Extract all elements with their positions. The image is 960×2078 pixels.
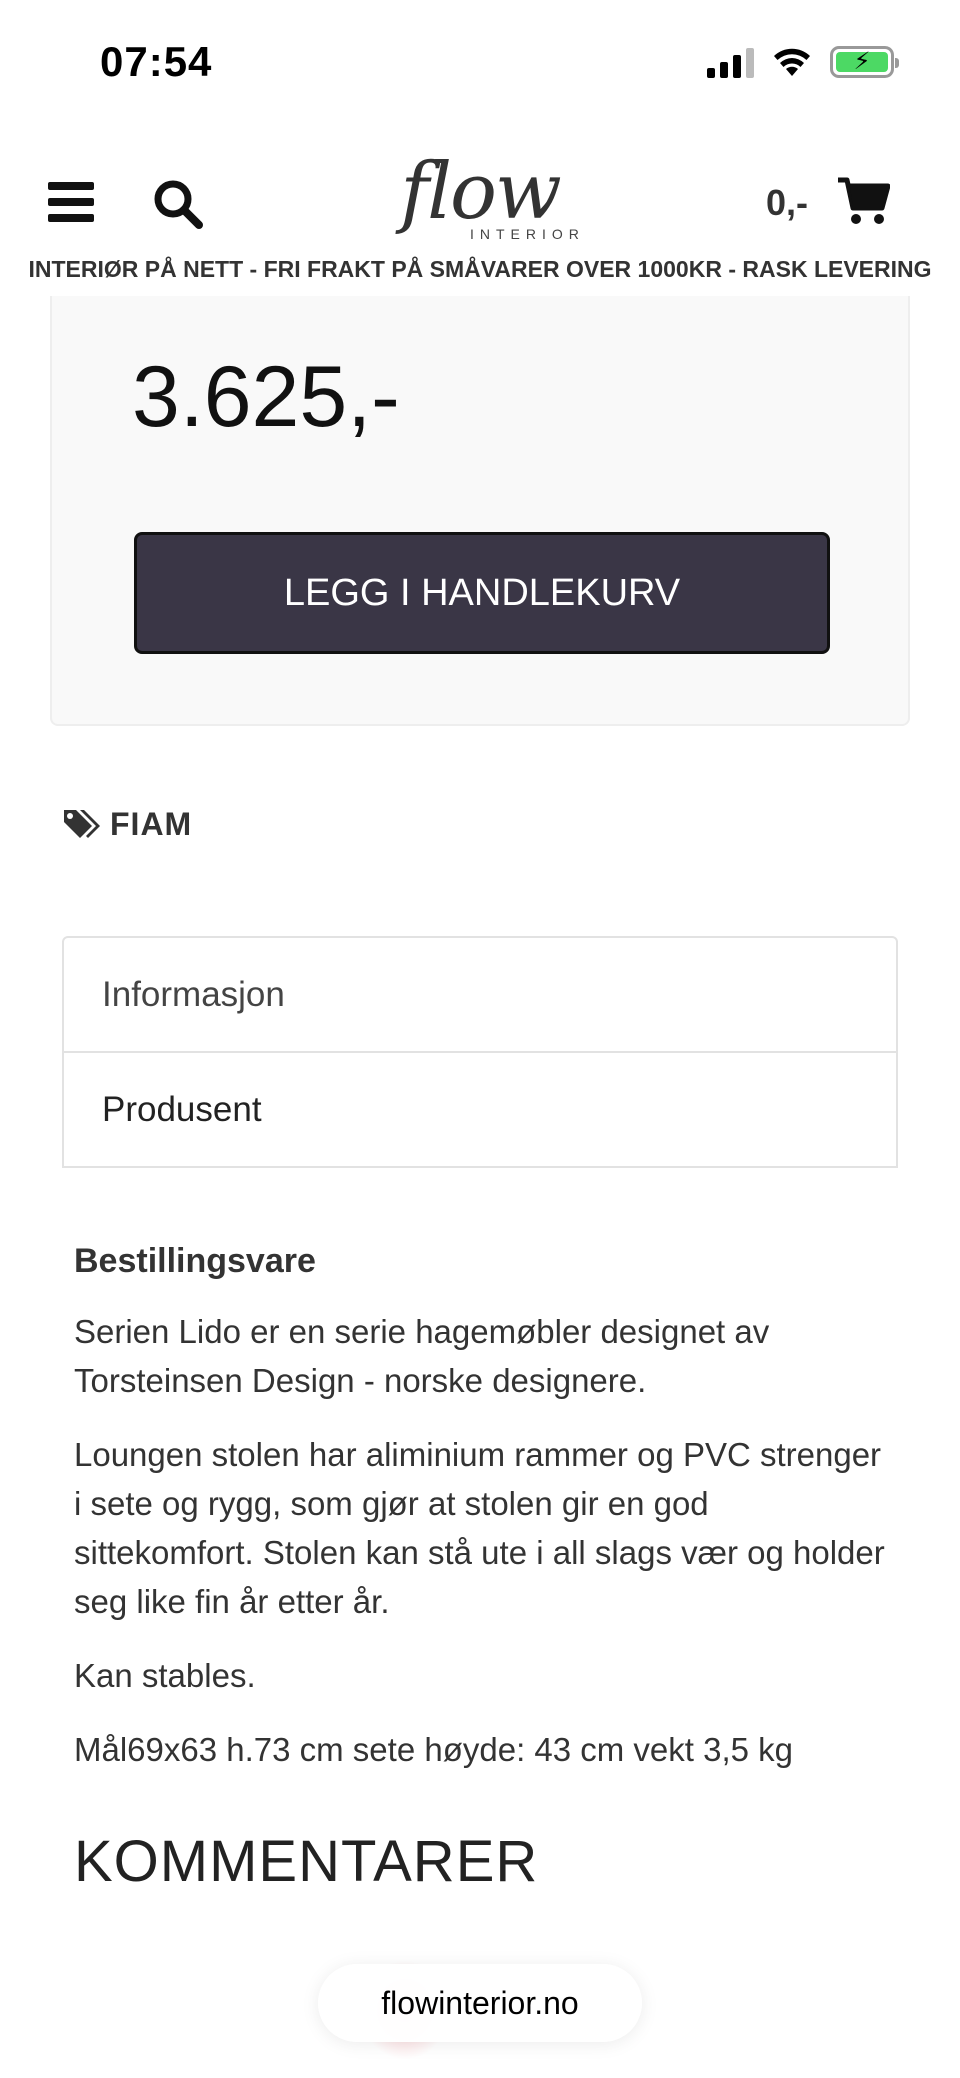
site-logo[interactable]: flow INTERIOR — [400, 147, 579, 252]
status-icons: ⚡ — [707, 46, 899, 78]
site-header: flow INTERIOR 0,- — [0, 130, 960, 270]
hamburger-menu-icon[interactable] — [48, 182, 94, 222]
add-to-cart-button[interactable]: LEGG I HANDLEKURV — [134, 532, 830, 654]
product-tabs: Informasjon Produsent — [62, 936, 898, 1168]
search-icon[interactable] — [152, 178, 204, 230]
cart-total[interactable]: 0,- — [766, 182, 808, 224]
battery-charging-icon: ⚡ — [830, 46, 899, 78]
tab-informasjon[interactable]: Informasjon — [62, 936, 898, 1052]
url-domain: flowinterior.no — [381, 1984, 579, 2021]
product-price: 3.625,- — [132, 349, 400, 445]
tab-produsent[interactable]: Produsent — [62, 1052, 898, 1168]
tags-icon — [64, 809, 100, 838]
status-bar: 07:54 ⚡ — [0, 0, 960, 120]
description-paragraph: Loungen stolen har aliminium rammer og P… — [74, 1436, 885, 1620]
url-bar[interactable]: flowinterior.no — [318, 1964, 642, 2042]
description-heading: Bestillingsvare — [74, 1242, 316, 1280]
description-paragraph: Serien Lido er en serie hagemøbler desig… — [74, 1313, 770, 1399]
comments-heading: KOMMENTARER — [74, 1829, 539, 1894]
brand-label: FIAM — [110, 806, 193, 842]
price-box: 3.625,- LEGG I HANDLEKURV — [50, 296, 910, 726]
site-tagline: INTERIØR PÅ NETT - FRI FRAKT PÅ SMÅVARER… — [28, 256, 932, 282]
description-paragraph: Kan stables. — [74, 1657, 256, 1694]
shopping-cart-icon[interactable] — [836, 176, 890, 226]
product-description: Bestillingsvare Serien Lido er en serie … — [74, 1242, 894, 1799]
cellular-signal-icon — [707, 46, 754, 78]
wifi-icon — [774, 48, 810, 76]
description-paragraph: Mål69x63 h.73 cm sete høyde: 43 cm vekt … — [74, 1731, 794, 1768]
logo-word: flow — [400, 147, 562, 237]
product-brand[interactable]: FIAM — [62, 806, 192, 843]
status-time: 07:54 — [100, 38, 213, 85]
